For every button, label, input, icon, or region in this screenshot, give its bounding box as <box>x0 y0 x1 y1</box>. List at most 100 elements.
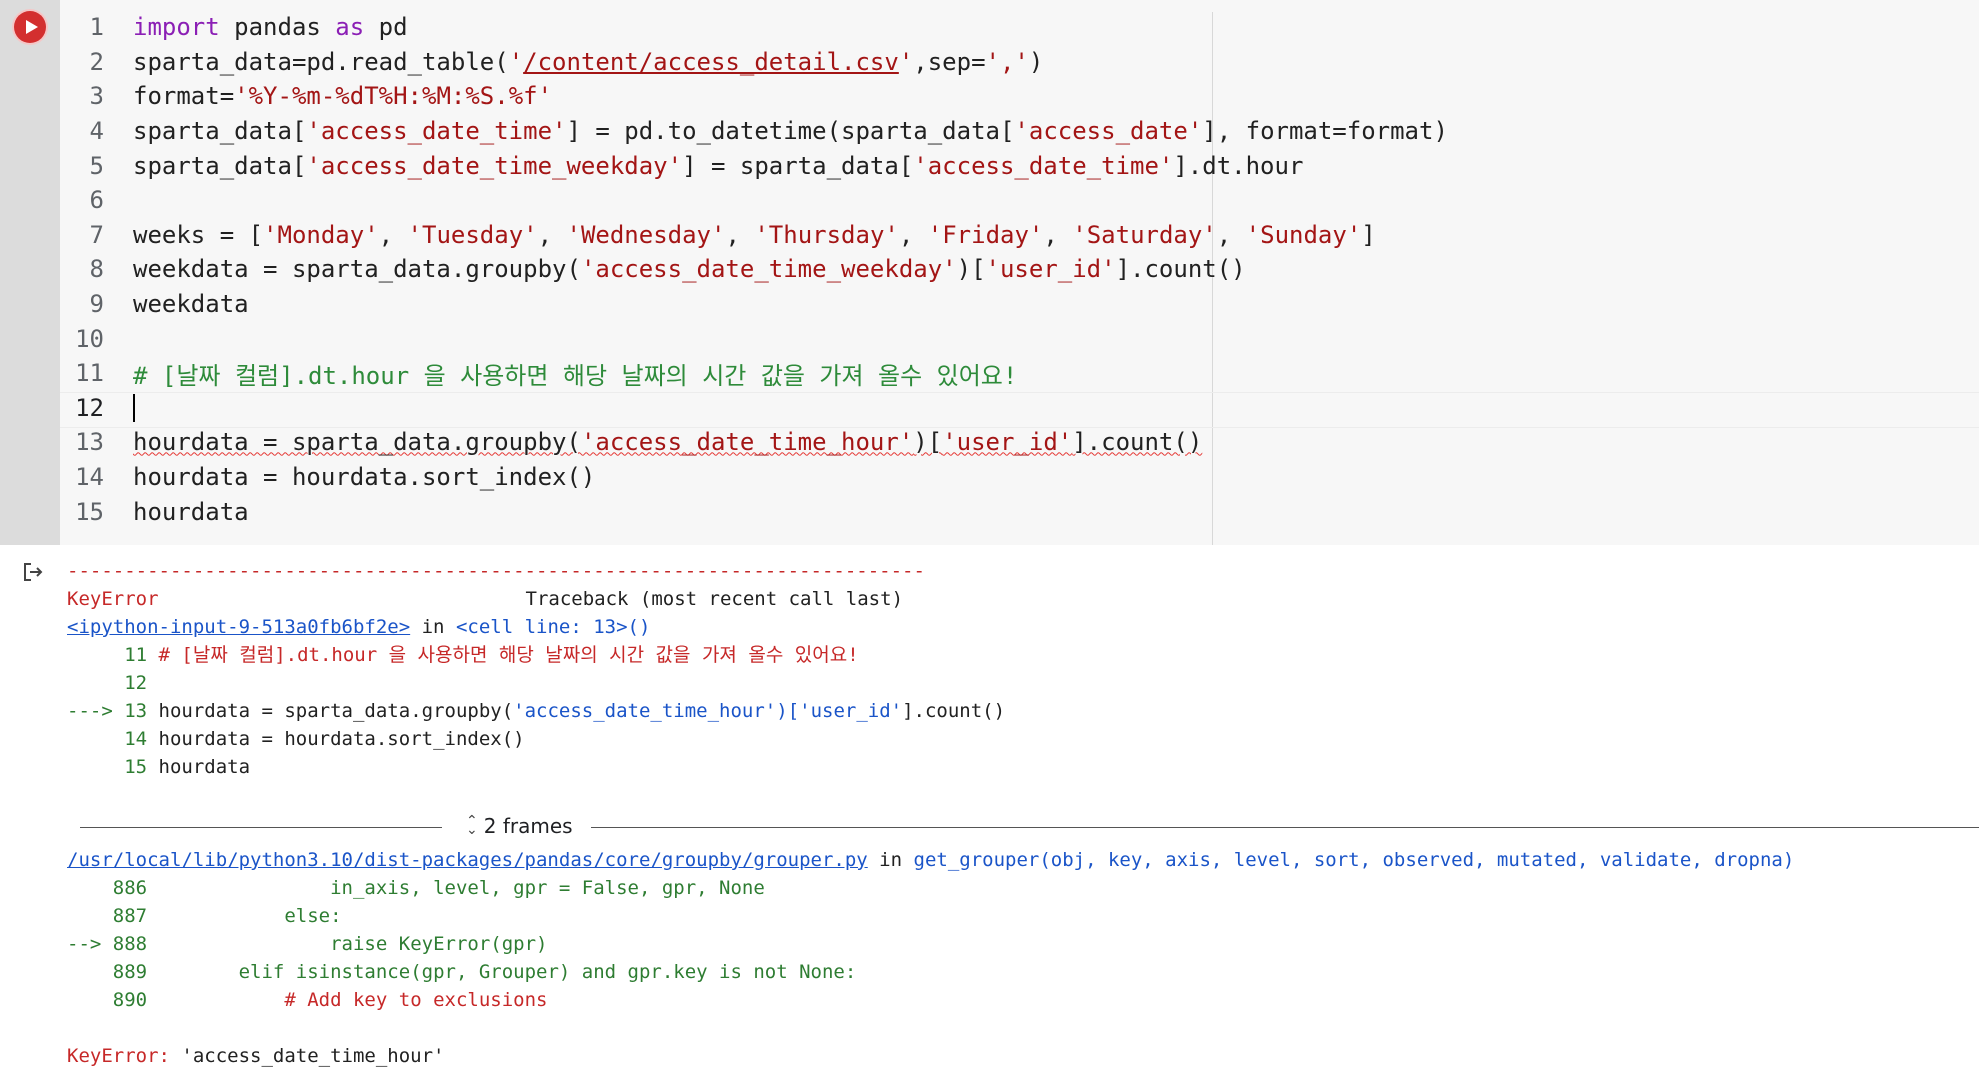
code-text: weekdata = sparta_data.groupby( <box>133 255 581 284</box>
code-line[interactable]: 2 sparta_data=pd.read_table('/content/ac… <box>60 45 1448 80</box>
in-word: in <box>410 616 456 638</box>
string: 'Monday' <box>263 220 379 249</box>
string: ' <box>508 47 524 76</box>
line-number: 14 <box>75 463 104 492</box>
string: 'Friday' <box>927 220 1044 249</box>
code-line[interactable]: 5 sparta_data['access_date_time_weekday'… <box>60 148 1448 183</box>
code-text: ) <box>1028 47 1044 76</box>
code-line-current[interactable]: 12 <box>60 391 1448 426</box>
line-number: 11 <box>75 359 104 388</box>
code-cell[interactable]: 1 import pandas as pd 2 sparta_data=pd.r… <box>0 0 1979 545</box>
arrow-prefix <box>67 756 124 778</box>
code-line[interactable]: 9 weekdata <box>60 287 1448 322</box>
code-text: format= <box>133 82 235 111</box>
error-message: 'access_date_time_hour' <box>169 1045 445 1067</box>
code-text: )[ <box>956 255 986 284</box>
code-line[interactable]: 7 weeks = ['Monday', 'Tuesday', 'Wednesd… <box>60 218 1448 253</box>
code-text: hourdata <box>133 497 249 526</box>
line-number: 6 <box>89 186 104 215</box>
arrow-prefix <box>67 905 113 927</box>
code-line[interactable]: 10 <box>60 321 1448 356</box>
code-text: ,sep= <box>913 47 986 76</box>
file-path-link[interactable]: /content/access_detail.csv <box>523 48 899 76</box>
string: 'Saturday' <box>1072 220 1217 249</box>
code-text: sparta_data[ <box>133 117 307 146</box>
code-text: )[ <box>913 428 943 457</box>
traceback-header: KeyError Traceback (most recent call last… <box>67 585 1005 613</box>
divider <box>591 827 1979 828</box>
code-line[interactable]: 6 <box>60 183 1448 218</box>
string: 'Tuesday' <box>407 220 538 249</box>
divider <box>80 827 442 828</box>
line-number: 13 <box>75 428 104 457</box>
error-name: KeyError: <box>67 1045 170 1067</box>
code-line[interactable]: 4 sparta_data['access_date_time'] = pd.t… <box>60 114 1448 149</box>
code-text: ].count() <box>1072 428 1203 457</box>
frame-code: in_axis, level, gpr = False, gpr, None <box>147 877 765 899</box>
frame-line-number: 889 <box>112 961 148 983</box>
error-output: ----------------------------------------… <box>67 557 1005 781</box>
traceback-code: )[ <box>776 700 800 722</box>
string: ',' <box>985 47 1029 76</box>
arrow-prefix <box>67 961 113 983</box>
line-number: 9 <box>89 290 104 319</box>
ipython-input-link[interactable]: <ipython-input-9-513a0fb6bf2e> <box>67 616 410 638</box>
code-text: , <box>537 220 567 249</box>
traceback-line-number: 12 <box>124 672 148 694</box>
output-menu-icon[interactable] <box>22 561 44 583</box>
code-line[interactable]: 15 hourdata <box>60 494 1448 529</box>
cell-gutter <box>0 0 60 545</box>
source-file-link[interactable]: /usr/local/lib/python3.10/dist-packages/… <box>67 849 868 871</box>
frame-line-number: 887 <box>112 905 148 927</box>
string: 'Sunday' <box>1245 220 1362 249</box>
code-line[interactable]: 3 format= '%Y-%m-%dT%H:%M:%S.%f' <box>60 79 1448 114</box>
keyword: as <box>335 13 365 42</box>
code-line[interactable]: 14 hourdata = hourdata.sort_index() <box>60 460 1448 495</box>
code-text: ].count() <box>1115 255 1246 284</box>
code-line[interactable]: 1 import pandas as pd <box>60 10 1448 45</box>
code-text: , <box>1216 220 1246 249</box>
line-number: 12 <box>75 393 104 422</box>
code-text: sparta_data[ <box>133 151 307 180</box>
code-line[interactable]: 8 weekdata = sparta_data.groupby('access… <box>60 252 1448 287</box>
arrow-prefix <box>67 728 124 750</box>
run-cell-button[interactable] <box>14 11 46 43</box>
code-text: , <box>725 220 755 249</box>
arrow-prefix <box>67 989 113 1011</box>
code-text: pd <box>364 13 408 42</box>
string: 'access_date_time' <box>306 117 567 146</box>
error-name: KeyError <box>67 588 159 610</box>
arrow-prefix: --> <box>67 933 113 955</box>
arrow-prefix <box>67 877 113 899</box>
traceback-line-current: ---> 13 hourdata = sparta_data.groupby('… <box>67 697 1005 725</box>
traceback-title: Traceback (most recent call last) <box>525 588 904 610</box>
frame-location: /usr/local/lib/python3.10/dist-packages/… <box>67 846 1794 874</box>
traceback-code: hourdata = hourdata.sort_index() <box>147 728 525 750</box>
error-output-frames: /usr/local/lib/python3.10/dist-packages/… <box>67 846 1794 1070</box>
frame-code: elif isinstance(gpr, Grouper) and gpr.ke… <box>147 961 857 983</box>
code-text: ].dt.hour <box>1173 151 1304 180</box>
collapsed-frames-toggle[interactable]: ⌃ ⌄ 2 frames <box>80 812 1979 844</box>
code-text: ] = sparta_data[ <box>682 151 914 180</box>
string: ' <box>898 47 914 76</box>
code-text: weeks = [ <box>133 220 264 249</box>
line-number: 7 <box>89 220 104 249</box>
text-cursor <box>133 393 135 422</box>
frame-line-current: --> 888 raise KeyError(gpr) <box>67 930 1794 958</box>
frame-code: else: <box>147 905 342 927</box>
line-number: 15 <box>75 497 104 526</box>
frames-button[interactable]: ⌃ ⌄ 2 frames <box>466 814 573 838</box>
lint-warning-span[interactable]: hourdata = sparta_data.groupby('access_d… <box>133 428 1202 456</box>
line-number: 3 <box>89 82 104 111</box>
frame-line-number: 886 <box>112 877 148 899</box>
code-line[interactable]: 11 # [날짜 컬럼].dt.hour 을 사용하면 해당 날짜의 시간 값을… <box>60 356 1448 391</box>
code-comment: # [날짜 컬럼].dt.hour 을 사용하면 해당 날짜의 시간 값을 가져… <box>133 361 1018 390</box>
traceback-line: 15 hourdata <box>67 753 1005 781</box>
frame-comment: # Add key to exclusions <box>147 989 548 1011</box>
line-number: 2 <box>89 47 104 76</box>
code-editor[interactable]: 1 import pandas as pd 2 sparta_data=pd.r… <box>60 10 1448 529</box>
code-text: pandas <box>219 13 336 42</box>
code-line[interactable]: 13 hourdata = sparta_data.groupby('acces… <box>60 425 1448 460</box>
string: 'access_date' <box>1014 117 1203 146</box>
arrow-prefix: ---> <box>67 700 125 722</box>
